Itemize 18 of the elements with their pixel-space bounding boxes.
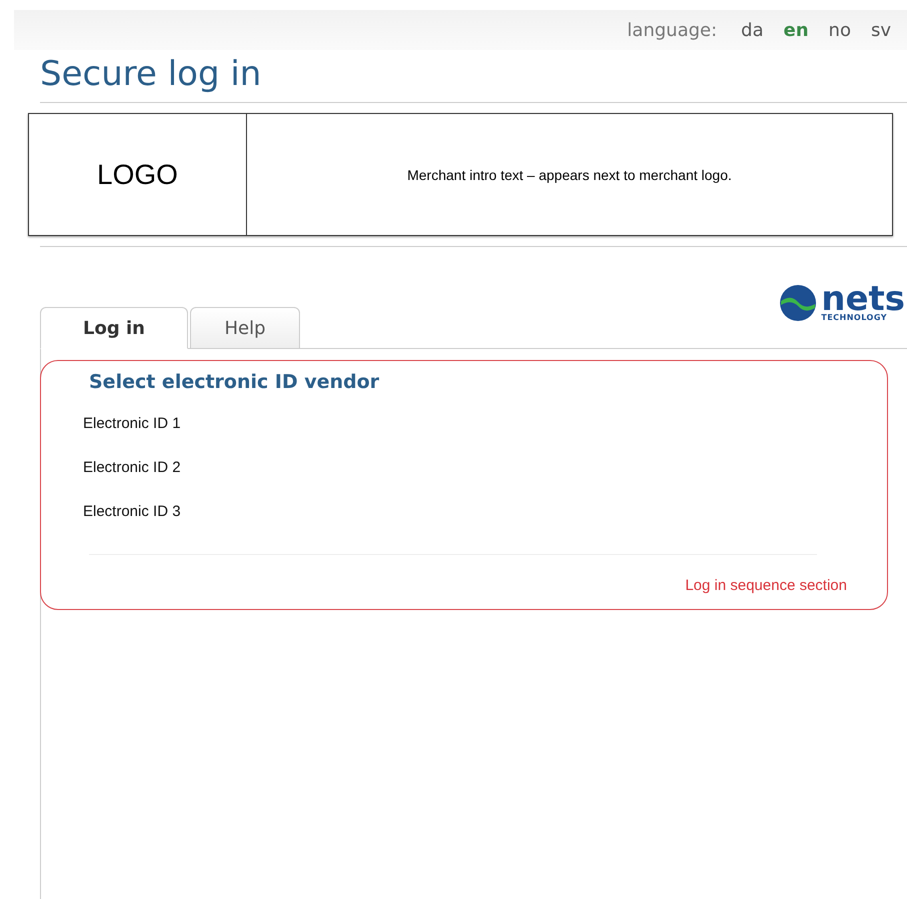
vendor-link[interactable]: Electronic ID 2 [83,459,847,476]
section-note: Log in sequence section [685,577,847,594]
tab[interactable]: Help [190,307,300,349]
globe-icon [779,284,818,322]
language-link[interactable]: sv [870,20,891,40]
merchant-intro: Merchant intro text – appears next to merchant logo. [406,166,733,185]
page-title: Secure log in [40,54,262,96]
vendor-link[interactable]: Electronic ID 3 [83,503,847,520]
language-label: language: [627,20,718,40]
section-heading: Select electronic ID vendor [89,371,380,393]
language-link[interactable]: no [828,20,851,40]
language-link[interactable]: da [741,20,764,40]
tab[interactable]: Log in [40,307,188,349]
brand-tagline: TECHNOLOGY [821,312,888,322]
language-link[interactable]: en [784,20,809,40]
merchant-logo: LOGO [29,114,247,235]
brand-name: nets [821,284,905,312]
vendor-link[interactable]: Electronic ID 1 [83,415,847,432]
